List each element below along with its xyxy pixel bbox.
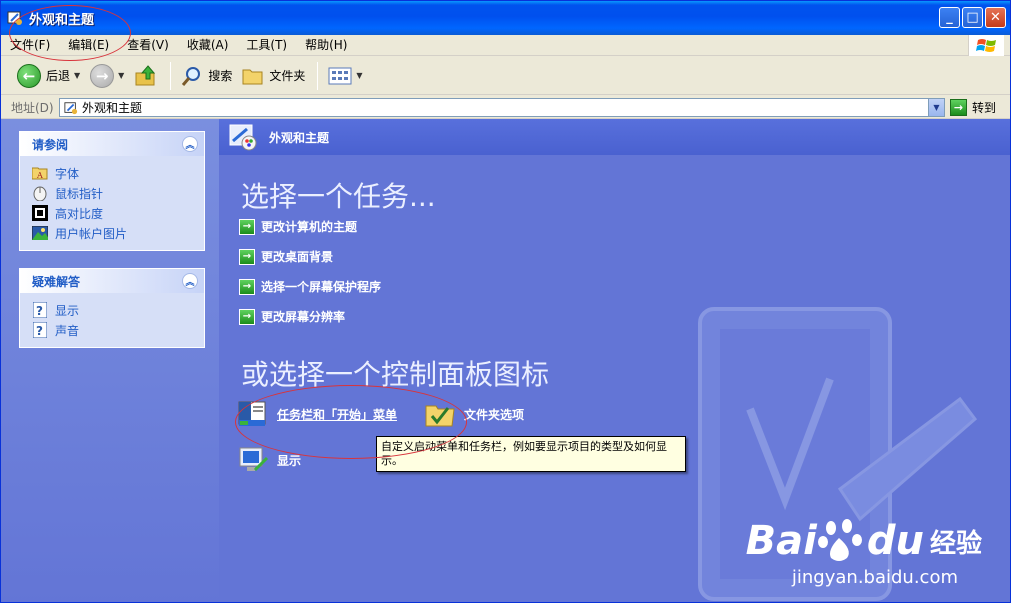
toolbar-separator xyxy=(317,61,319,90)
maximize-button[interactable]: □ xyxy=(962,7,983,28)
troubleshoot-item-sound[interactable]: ? 声音 xyxy=(32,320,204,340)
minimize-button[interactable]: _ xyxy=(939,7,960,28)
address-bar: 地址(D) 外观和主题 ▼ → 转到 xyxy=(1,96,1010,119)
task-arrow-icon: → xyxy=(239,278,255,295)
help-icon: ? xyxy=(32,302,48,318)
taskbar-icon xyxy=(238,401,266,426)
chevron-down-icon[interactable]: ▼ xyxy=(118,71,124,80)
collapse-icon[interactable]: ︽ xyxy=(182,273,198,289)
paw-icon xyxy=(817,519,862,561)
task-pane: 请参阅 ︽ A 字体 鼠标指针 高对比度 用户帐户图片 疑难解答 ︽ ? 显示 … xyxy=(1,119,219,602)
search-button[interactable]: 搜索 xyxy=(177,61,236,91)
task-choose-screensaver[interactable]: → 选择一个屏幕保护程序 xyxy=(239,278,381,295)
task-change-resolution[interactable]: → 更改屏幕分辨率 xyxy=(239,308,345,325)
menu-edit[interactable]: 编辑(E) xyxy=(59,35,118,56)
views-button[interactable]: ▼ xyxy=(324,61,366,91)
troubleshoot-title: 疑难解答 xyxy=(32,274,81,289)
chevron-down-icon[interactable]: ▼ xyxy=(74,71,80,80)
mouse-icon xyxy=(32,185,48,201)
picture-icon xyxy=(32,225,48,241)
see-also-panel: 请参阅 ︽ A 字体 鼠标指针 高对比度 用户帐户图片 xyxy=(19,131,205,251)
pick-icon-heading: 或选择一个控制面板图标 xyxy=(241,358,550,391)
control-panel-icon xyxy=(7,11,22,25)
cp-icon-display[interactable]: 显示 xyxy=(237,444,301,476)
chevron-down-icon[interactable]: ▼ xyxy=(356,71,362,80)
svg-text:A: A xyxy=(36,171,43,180)
troubleshoot-header[interactable]: 疑难解答 ︽ xyxy=(20,269,204,293)
pick-task-heading: 选择一个任务... xyxy=(241,180,436,213)
title-bar[interactable]: 外观和主题 _ □ ✕ xyxy=(1,1,1010,35)
category-header: 外观和主题 xyxy=(219,119,1010,155)
menu-favorites[interactable]: 收藏(A) xyxy=(178,35,238,56)
see-also-item-fonts[interactable]: A 字体 xyxy=(32,163,204,183)
chevron-down-icon[interactable]: ▼ xyxy=(928,99,944,116)
address-value: 外观和主题 xyxy=(82,101,143,115)
menu-bar: 文件(F) 编辑(E) 查看(V) 收藏(A) 工具(T) 帮助(H) xyxy=(1,35,1010,56)
window-title: 外观和主题 xyxy=(29,12,95,28)
baidu-watermark: Bai du 经验 xyxy=(745,518,982,564)
menu-view[interactable]: 查看(V) xyxy=(118,35,178,56)
cp-icon-taskbar-start-menu[interactable]: 任务栏和「开始」菜单 xyxy=(237,398,397,430)
see-also-item-mouse-pointers[interactable]: 鼠标指针 xyxy=(32,183,204,203)
task-arrow-icon: → xyxy=(239,308,255,325)
cp-icon-folder-options[interactable]: 文件夹选项 xyxy=(424,398,524,430)
contrast-icon xyxy=(32,205,48,221)
task-change-background[interactable]: → 更改桌面背景 xyxy=(239,248,333,265)
views-icon xyxy=(328,67,352,84)
troubleshoot-item-display[interactable]: ? 显示 xyxy=(32,300,204,320)
search-icon xyxy=(182,66,201,86)
menu-help[interactable]: 帮助(H) xyxy=(296,35,356,56)
search-label: 搜索 xyxy=(208,69,233,83)
task-arrow-icon: → xyxy=(239,218,255,235)
font-folder-icon: A xyxy=(32,165,48,181)
folders-button[interactable]: 文件夹 xyxy=(238,61,309,91)
up-button[interactable] xyxy=(130,61,162,91)
watermark-url: jingyan.baidu.com xyxy=(791,567,958,588)
menu-file[interactable]: 文件(F) xyxy=(1,35,59,56)
see-also-item-user-picture[interactable]: 用户帐户图片 xyxy=(32,223,204,243)
back-button[interactable]: ← 后退 ▼ xyxy=(13,61,84,91)
toolbar: ← 后退 ▼ → ▼ 搜索 文件夹 ▼ xyxy=(1,57,1010,95)
back-arrow-icon: ← xyxy=(17,63,41,88)
close-button[interactable]: ✕ xyxy=(985,7,1006,28)
tooltip: 自定义启动菜单和任务栏，例如要显示项目的类型及如何显示。 xyxy=(376,436,686,472)
back-label: 后退 xyxy=(46,69,71,83)
see-also-header[interactable]: 请参阅 ︽ xyxy=(20,132,204,156)
control-panel-icon xyxy=(64,101,78,114)
go-arrow-icon: → xyxy=(950,99,967,116)
task-arrow-icon: → xyxy=(239,248,255,265)
see-also-title: 请参阅 xyxy=(32,137,69,152)
troubleshoot-panel: 疑难解答 ︽ ? 显示 ? 声音 xyxy=(19,268,205,348)
forward-button[interactable]: → ▼ xyxy=(86,61,128,91)
toolbar-separator xyxy=(170,61,172,90)
see-also-item-high-contrast[interactable]: 高对比度 xyxy=(32,203,204,223)
folder-icon xyxy=(242,69,263,84)
forward-arrow-icon: → xyxy=(90,63,115,88)
task-change-theme[interactable]: → 更改计算机的主题 xyxy=(239,218,357,235)
address-input[interactable]: 外观和主题 ▼ xyxy=(59,98,945,117)
go-button[interactable]: → 转到 xyxy=(950,98,996,117)
display-icon xyxy=(239,447,269,472)
appearance-themes-icon xyxy=(229,124,257,151)
menu-tools[interactable]: 工具(T) xyxy=(237,35,296,56)
svg-text:?: ? xyxy=(36,304,43,318)
windows-logo-icon xyxy=(968,35,1004,56)
address-label: 地址(D) xyxy=(11,100,54,115)
help-icon: ? xyxy=(32,322,48,338)
svg-text:?: ? xyxy=(36,324,43,338)
folder-options-icon xyxy=(425,405,455,427)
folders-label: 文件夹 xyxy=(269,69,306,83)
collapse-icon[interactable]: ︽ xyxy=(182,136,198,152)
folder-up-icon xyxy=(135,64,156,85)
category-title: 外观和主题 xyxy=(269,130,330,145)
explorer-window: 外观和主题 _ □ ✕ 文件(F) 编辑(E) 查看(V) 收藏(A) 工具(T… xyxy=(0,0,1011,603)
go-label: 转到 xyxy=(972,101,997,115)
